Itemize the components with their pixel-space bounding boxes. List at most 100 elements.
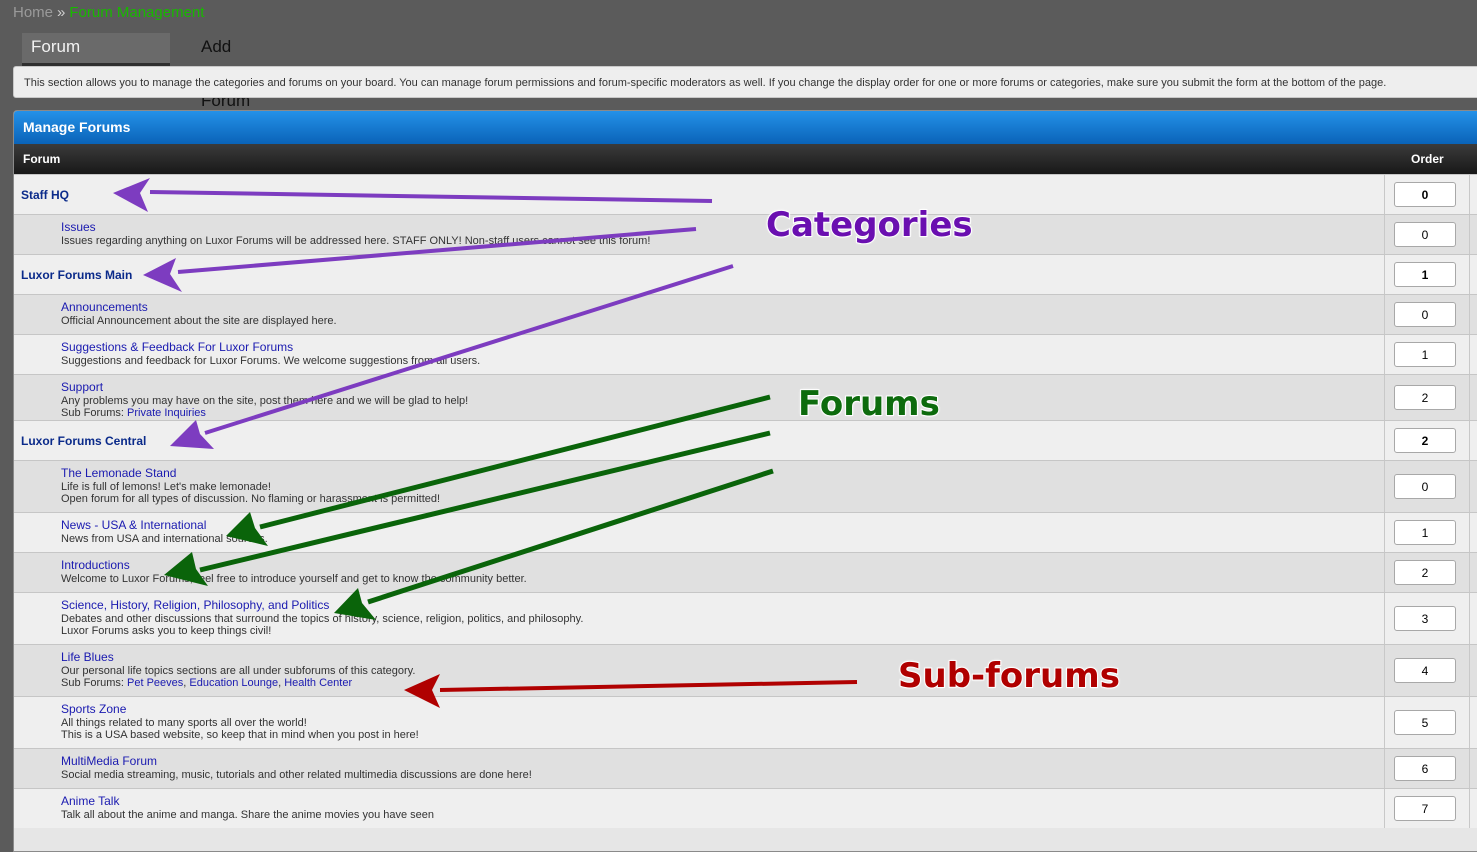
breadcrumb-home[interactable]: Home: [13, 4, 53, 21]
order-input[interactable]: [1394, 710, 1456, 735]
column-order-label: Order: [1411, 152, 1444, 166]
forum-title-link[interactable]: Life Blues: [61, 651, 415, 664]
order-input[interactable]: [1394, 342, 1456, 367]
order-input[interactable]: [1394, 222, 1456, 247]
forum-description: Official Announcement about the site are…: [61, 315, 337, 327]
order-input[interactable]: [1394, 520, 1456, 545]
forum-info: Sports Zone All things related to many sp…: [61, 703, 419, 742]
order-input[interactable]: [1394, 658, 1456, 683]
order-cell: [1384, 553, 1470, 592]
forum-title-link[interactable]: Sports Zone: [61, 703, 419, 716]
order-cell: [1384, 175, 1470, 214]
forum-title-link[interactable]: Science, History, Religion, Philosophy, …: [61, 599, 583, 612]
subforum-link[interactable]: Education Lounge: [189, 677, 278, 689]
forum-title-link[interactable]: Support: [61, 381, 468, 394]
order-cell: [1384, 749, 1470, 788]
order-input[interactable]: [1394, 385, 1456, 410]
forum-title-link[interactable]: MultiMedia Forum: [61, 755, 532, 768]
order-input[interactable]: [1394, 428, 1456, 453]
forum-table: Staff HQ IssuesIssues regarding anything …: [14, 174, 1477, 828]
order-cell: [1384, 295, 1470, 334]
category-row: Staff HQ: [14, 174, 1477, 214]
order-input[interactable]: [1394, 182, 1456, 207]
subforum-link[interactable]: Health Center: [284, 677, 352, 689]
forum-description: Issues regarding anything on Luxor Forum…: [61, 235, 651, 247]
forum-title-link[interactable]: Announcements: [61, 301, 337, 314]
section-description: This section allows you to manage the ca…: [13, 66, 1477, 98]
forum-description: Debates and other discussions that surro…: [61, 613, 584, 625]
forum-title-link[interactable]: Introductions: [61, 559, 527, 572]
forum-description: Talk all about the anime and manga. Shar…: [61, 809, 435, 821]
manage-forums-panel: Manage Forums Forum Order Staff HQ Issues…: [13, 110, 1477, 852]
forum-row: Science, History, Religion, Philosophy, …: [14, 592, 1477, 644]
forum-description: Any problems you may have on the site, p…: [61, 395, 469, 407]
forum-row: Life Blues Our personal life topics secti…: [14, 644, 1477, 696]
forum-info: Life Blues Our personal life topics secti…: [61, 651, 416, 690]
order-cell: [1384, 593, 1470, 644]
forum-description: Open forum for all types of discussion. …: [61, 493, 441, 505]
order-input[interactable]: [1394, 756, 1456, 781]
forum-description: Luxor Forums asks you to keep things civ…: [61, 625, 272, 637]
forum-description: News from USA and international sources.: [61, 533, 268, 545]
order-cell: [1384, 645, 1470, 696]
forum-title-link[interactable]: Anime Talk: [61, 795, 434, 808]
forum-info: Anime Talk Talk all about the anime and m…: [61, 795, 435, 822]
order-input[interactable]: [1394, 796, 1456, 821]
forum-description: Social media streaming, music, tutorials…: [61, 769, 532, 781]
order-input[interactable]: [1394, 560, 1456, 585]
category-title[interactable]: Luxor Forums Central: [21, 434, 146, 448]
order-cell: [1384, 421, 1470, 460]
subforum-label: Sub Forums:: [61, 677, 124, 689]
forum-title-link[interactable]: The Lemonade Stand: [61, 467, 440, 480]
order-cell: [1384, 375, 1470, 420]
annotation-forums: Forums: [797, 383, 941, 425]
order-cell: [1384, 461, 1470, 512]
order-input[interactable]: [1394, 262, 1456, 287]
annotation-categories: Categories: [765, 204, 974, 246]
tab-add-new-forum[interactable]: Add New Forum: [192, 33, 250, 110]
order-input[interactable]: [1394, 606, 1456, 631]
subforum-link[interactable]: Private Inquiries: [127, 407, 206, 419]
order-cell: [1384, 335, 1470, 374]
category-row: Luxor Forums Central: [14, 420, 1477, 460]
forum-description: Welcome to Luxor Forums, feel free to in…: [61, 573, 527, 585]
breadcrumb-current[interactable]: Forum Management: [69, 4, 204, 21]
forum-description: Our personal life topics sections are al…: [61, 665, 416, 677]
forum-description: All things related to many sports all ov…: [61, 717, 307, 729]
column-forum-label: Forum: [23, 152, 61, 166]
forum-info: MultiMedia Forum Social media streaming, …: [61, 755, 532, 782]
order-input[interactable]: [1394, 474, 1456, 499]
forum-info: Science, History, Religion, Philosophy, …: [61, 599, 584, 638]
breadcrumb: Home» Forum Management: [13, 4, 204, 21]
category-title[interactable]: Luxor Forums Main: [21, 268, 132, 282]
order-cell: [1384, 255, 1470, 294]
annotation-subforums: Sub-forums: [897, 655, 1121, 697]
tab-forum-management[interactable]: Forum Management: [22, 33, 170, 83]
forum-title-link[interactable]: Issues: [61, 221, 650, 234]
forum-info: News - USA & International News from USA …: [61, 519, 268, 546]
category-title[interactable]: Staff HQ: [21, 188, 69, 202]
forum-row: Issues Issues regarding anything on Luxor…: [14, 214, 1477, 254]
panel-title: Manage Forums: [14, 111, 1477, 144]
forum-row: The Lemonade Stand Life is full of lemons…: [14, 460, 1477, 512]
forum-title-link[interactable]: News - USA & International: [61, 519, 268, 532]
order-cell: [1384, 215, 1470, 254]
forum-row: Suggestions & Feedback For Luxor Forums S…: [14, 334, 1477, 374]
order-cell: [1384, 513, 1470, 552]
forum-row: MultiMedia Forum Social media streaming, …: [14, 748, 1477, 788]
subforum-link[interactable]: Pet Peeves: [127, 677, 183, 689]
forum-row: Anime Talk Talk all about the anime and m…: [14, 788, 1477, 828]
subforum-label: Sub Forums:: [61, 407, 124, 419]
forum-title-link[interactable]: Suggestions & Feedback For Luxor Forums: [61, 341, 480, 354]
forum-description: This is a USA based website, so keep tha…: [61, 729, 419, 741]
forum-row: Announcements Official Announcement about…: [14, 294, 1477, 334]
subforum-list: Sub Forums: Pet Peeves, Education Lounge…: [61, 677, 353, 689]
forum-description: Suggestions and feedback for Luxor Forum…: [61, 355, 481, 367]
forum-info: Issues Issues regarding anything on Luxor…: [61, 221, 651, 248]
forum-info: The Lemonade Stand Life is full of lemons…: [61, 467, 441, 506]
column-header: Forum Order: [14, 144, 1477, 174]
forum-description: Life is full of lemons! Let's make lemon…: [61, 481, 271, 493]
forum-row: Sports Zone All things related to many sp…: [14, 696, 1477, 748]
forum-info: Support Any problems you may have on the …: [61, 381, 469, 420]
order-input[interactable]: [1394, 302, 1456, 327]
